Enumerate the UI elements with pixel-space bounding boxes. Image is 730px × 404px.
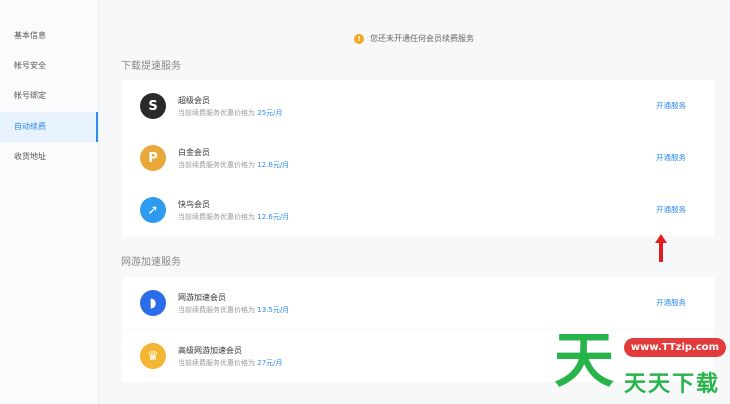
sidebar-item-account-security[interactable]: 帐号安全 xyxy=(0,51,98,81)
section-title-game: 网游加速服务 xyxy=(121,257,181,268)
section-title-download: 下载提速服务 xyxy=(121,61,181,72)
membership-card: P 白金会员 当前续费服务优惠价格为 12.6元/月 开通服务 xyxy=(122,132,714,184)
crown-icon: ♛ xyxy=(140,343,166,369)
warning-icon: ! xyxy=(354,33,364,44)
card-desc: 当前续费服务优惠价格为 27元/月 xyxy=(178,358,283,368)
watermark-url: www.TTzip.com xyxy=(624,338,726,357)
card-desc: 当前续费服务优惠价格为 13.5元/月 xyxy=(178,305,289,315)
card-name: 白金会员 xyxy=(178,148,210,157)
open-service-button[interactable]: 开通服务 xyxy=(656,100,686,111)
price: 27元/月 xyxy=(257,359,283,367)
sidebar: 基本信息 帐号安全 帐号绑定 自动续费 收货地址 xyxy=(0,0,99,404)
membership-card: ➚ 快鸟会员 当前续费服务优惠价格为 12.6元/月 开通服务 xyxy=(122,184,714,236)
price: 13.5元/月 xyxy=(257,306,290,314)
membership-card: S 超级会员 当前续费服务优惠价格为 25元/月 开通服务 xyxy=(122,80,714,132)
watermark-text: 天天下载 xyxy=(624,372,721,397)
notice-text: 您还未开通任何会员续费服务 xyxy=(370,34,474,43)
desc-prefix: 当前续费服务优惠价格为 xyxy=(178,161,255,169)
desc-prefix: 当前续费服务优惠价格为 xyxy=(178,306,255,314)
desc-prefix: 当前续费服务优惠价格为 xyxy=(178,213,255,221)
sidebar-item-auto-renew[interactable]: 自动续费 xyxy=(0,112,98,142)
card-name: 高级网游加速会员 xyxy=(178,346,242,355)
game-accelerator-icon: ◗ xyxy=(140,290,166,316)
membership-card: ◗ 网游加速会员 当前续费服务优惠价格为 13.5元/月 开通服务 xyxy=(122,277,714,329)
site-watermark: 天 www.TTzip.com 天天下载 xyxy=(552,326,728,402)
open-service-button[interactable]: 开通服务 xyxy=(656,297,686,308)
card-name: 网游加速会员 xyxy=(178,293,226,302)
open-service-button[interactable]: 开通服务 xyxy=(656,152,686,163)
red-arrow-annotation-icon xyxy=(655,234,667,262)
price: 25元/月 xyxy=(257,109,283,117)
platinum-vip-icon: P xyxy=(140,145,166,171)
super-vip-icon: S xyxy=(140,93,166,119)
open-service-button[interactable]: 开通服务 xyxy=(656,204,686,215)
price: 12.6元/月 xyxy=(257,213,290,221)
watermark-logo-glyph: 天 xyxy=(554,326,614,396)
notice-bar: ! 您还未开通任何会员续费服务 xyxy=(354,33,474,44)
card-name: 超级会员 xyxy=(178,96,210,105)
kuainiao-bird-icon: ➚ xyxy=(140,197,166,223)
card-name: 快鸟会员 xyxy=(178,200,210,209)
sidebar-item-account-binding[interactable]: 帐号绑定 xyxy=(0,81,98,111)
sidebar-item-shipping-address[interactable]: 收货地址 xyxy=(0,142,98,172)
price: 12.6元/月 xyxy=(257,161,290,169)
sidebar-item-basic-info[interactable]: 基本信息 xyxy=(0,21,98,51)
card-desc: 当前续费服务优惠价格为 25元/月 xyxy=(178,108,283,118)
desc-prefix: 当前续费服务优惠价格为 xyxy=(178,109,255,117)
desc-prefix: 当前续费服务优惠价格为 xyxy=(178,359,255,367)
card-desc: 当前续费服务优惠价格为 12.6元/月 xyxy=(178,160,289,170)
card-desc: 当前续费服务优惠价格为 12.6元/月 xyxy=(178,212,289,222)
